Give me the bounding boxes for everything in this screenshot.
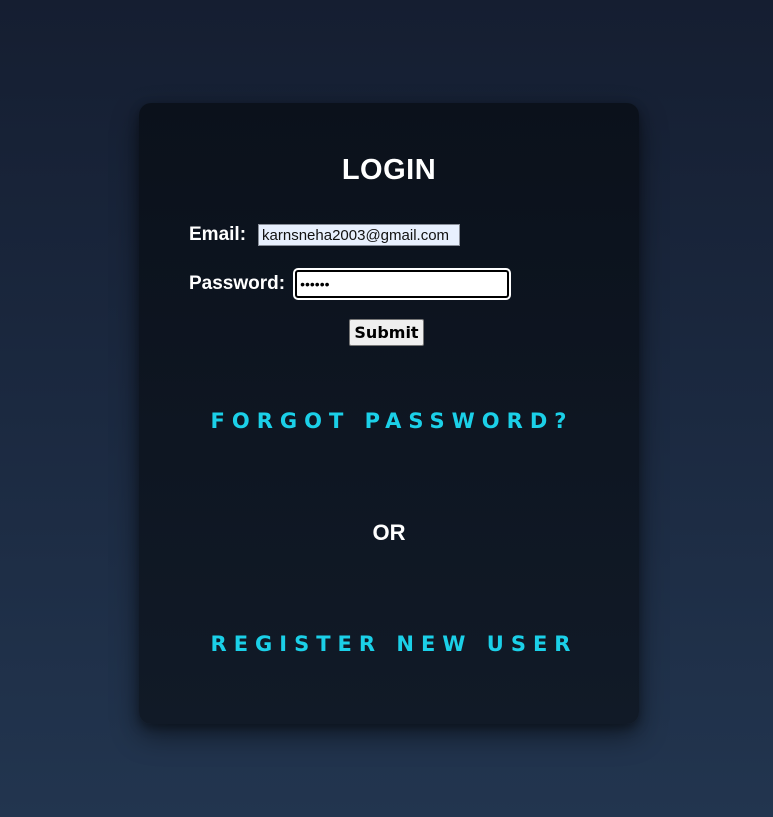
or-separator: OR <box>372 520 406 545</box>
forgot-password-link[interactable]: FORGOT PASSWORD? <box>139 409 639 433</box>
login-card: LOGIN Email: Password: Submit FORGOT PAS… <box>139 103 639 724</box>
email-row: Email: <box>189 224 461 246</box>
page-title: LOGIN <box>341 154 437 186</box>
submit-button[interactable]: Submit <box>349 319 424 346</box>
email-label: Email: <box>189 224 247 245</box>
password-label: Password: <box>189 273 286 294</box>
password-field[interactable] <box>293 268 512 300</box>
email-field[interactable] <box>258 224 461 246</box>
password-row: Password: <box>189 268 512 300</box>
register-new-user-link[interactable]: REGISTER NEW USER <box>139 632 639 656</box>
page-background: { "login": { "title": "LOGIN", "email_la… <box>0 0 773 817</box>
